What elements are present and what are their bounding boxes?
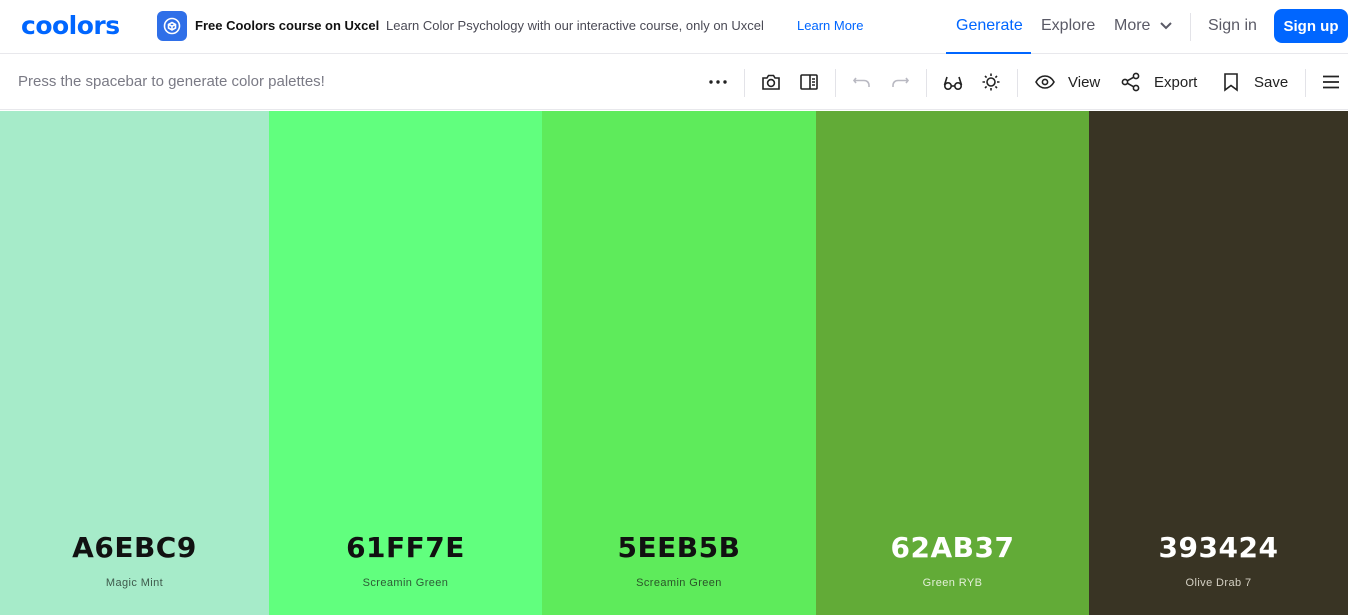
top-navigation: coolors Free Coolors course on Uxcel Lea… [0, 0, 1348, 54]
coolors-logo[interactable]: coolors [21, 11, 120, 41]
hex-code[interactable]: 62AB37 [816, 531, 1089, 564]
toolbar-divider [1017, 69, 1018, 97]
active-tab-indicator [946, 52, 1031, 54]
nav-divider [1190, 13, 1191, 41]
bookmark-icon [1220, 71, 1242, 93]
color-swatch[interactable]: A6EBC9 Magic Mint [0, 111, 269, 615]
toolbar-divider [744, 69, 745, 97]
color-name: Green RYB [922, 577, 983, 589]
side-panel-icon[interactable] [798, 68, 820, 96]
view-label: View [1068, 73, 1101, 91]
save-label: Save [1254, 73, 1289, 91]
sign-in-link[interactable]: Sign in [1208, 17, 1257, 35]
color-name: Screamin Green [636, 577, 722, 589]
toolbar-divider [835, 69, 836, 97]
nav-generate[interactable]: Generate [956, 17, 1023, 35]
toolbar-divider [926, 69, 927, 97]
color-name: Screamin Green [362, 577, 449, 589]
spacebar-hint: Press the spacebar to generate color pal… [18, 73, 325, 90]
color-palette: A6EBC9 Magic Mint 61FF7E Screamin Green … [0, 111, 1348, 615]
hex-code[interactable]: A6EBC9 [0, 531, 269, 564]
more-options-icon[interactable] [707, 68, 729, 96]
view-button[interactable]: View [1034, 68, 1100, 96]
hex-code[interactable]: 61FF7E [269, 531, 542, 564]
color-swatch[interactable]: 62AB37 Green RYB [816, 111, 1089, 615]
sign-up-button[interactable]: Sign up [1274, 9, 1348, 43]
save-button[interactable]: Save [1220, 68, 1288, 96]
promo-title: Free Coolors course on Uxcel [195, 18, 380, 33]
share-icon [1120, 71, 1142, 93]
undo-icon[interactable] [851, 68, 873, 96]
eye-icon [1034, 71, 1056, 93]
toolbar: Press the spacebar to generate color pal… [0, 55, 1348, 110]
toolbar-divider [1305, 69, 1306, 97]
hex-code[interactable]: 5EEB5B [542, 531, 816, 564]
color-swatch[interactable]: 61FF7E Screamin Green [269, 111, 542, 615]
color-name: Magic Mint [105, 577, 164, 589]
redo-icon[interactable] [889, 68, 911, 96]
export-label: Export [1154, 73, 1198, 91]
promo-description: Learn Color Psychology with our interact… [386, 18, 764, 33]
color-name: Olive Drab 7 [1185, 577, 1252, 589]
learn-more-link[interactable]: Learn More [797, 18, 863, 33]
glasses-icon[interactable] [942, 68, 964, 96]
sun-icon[interactable] [980, 68, 1002, 96]
chevron-down-icon[interactable] [1159, 21, 1173, 31]
export-button[interactable]: Export [1120, 68, 1197, 96]
nav-more[interactable]: More [1114, 17, 1150, 35]
camera-icon[interactable] [760, 68, 782, 96]
nav-explore[interactable]: Explore [1041, 17, 1095, 35]
uxcel-icon[interactable] [157, 11, 187, 41]
hamburger-menu-icon[interactable] [1320, 68, 1342, 96]
hex-code[interactable]: 393424 [1089, 531, 1348, 564]
color-swatch[interactable]: 393424 Olive Drab 7 [1089, 111, 1348, 615]
color-swatch[interactable]: 5EEB5B Screamin Green [542, 111, 816, 615]
